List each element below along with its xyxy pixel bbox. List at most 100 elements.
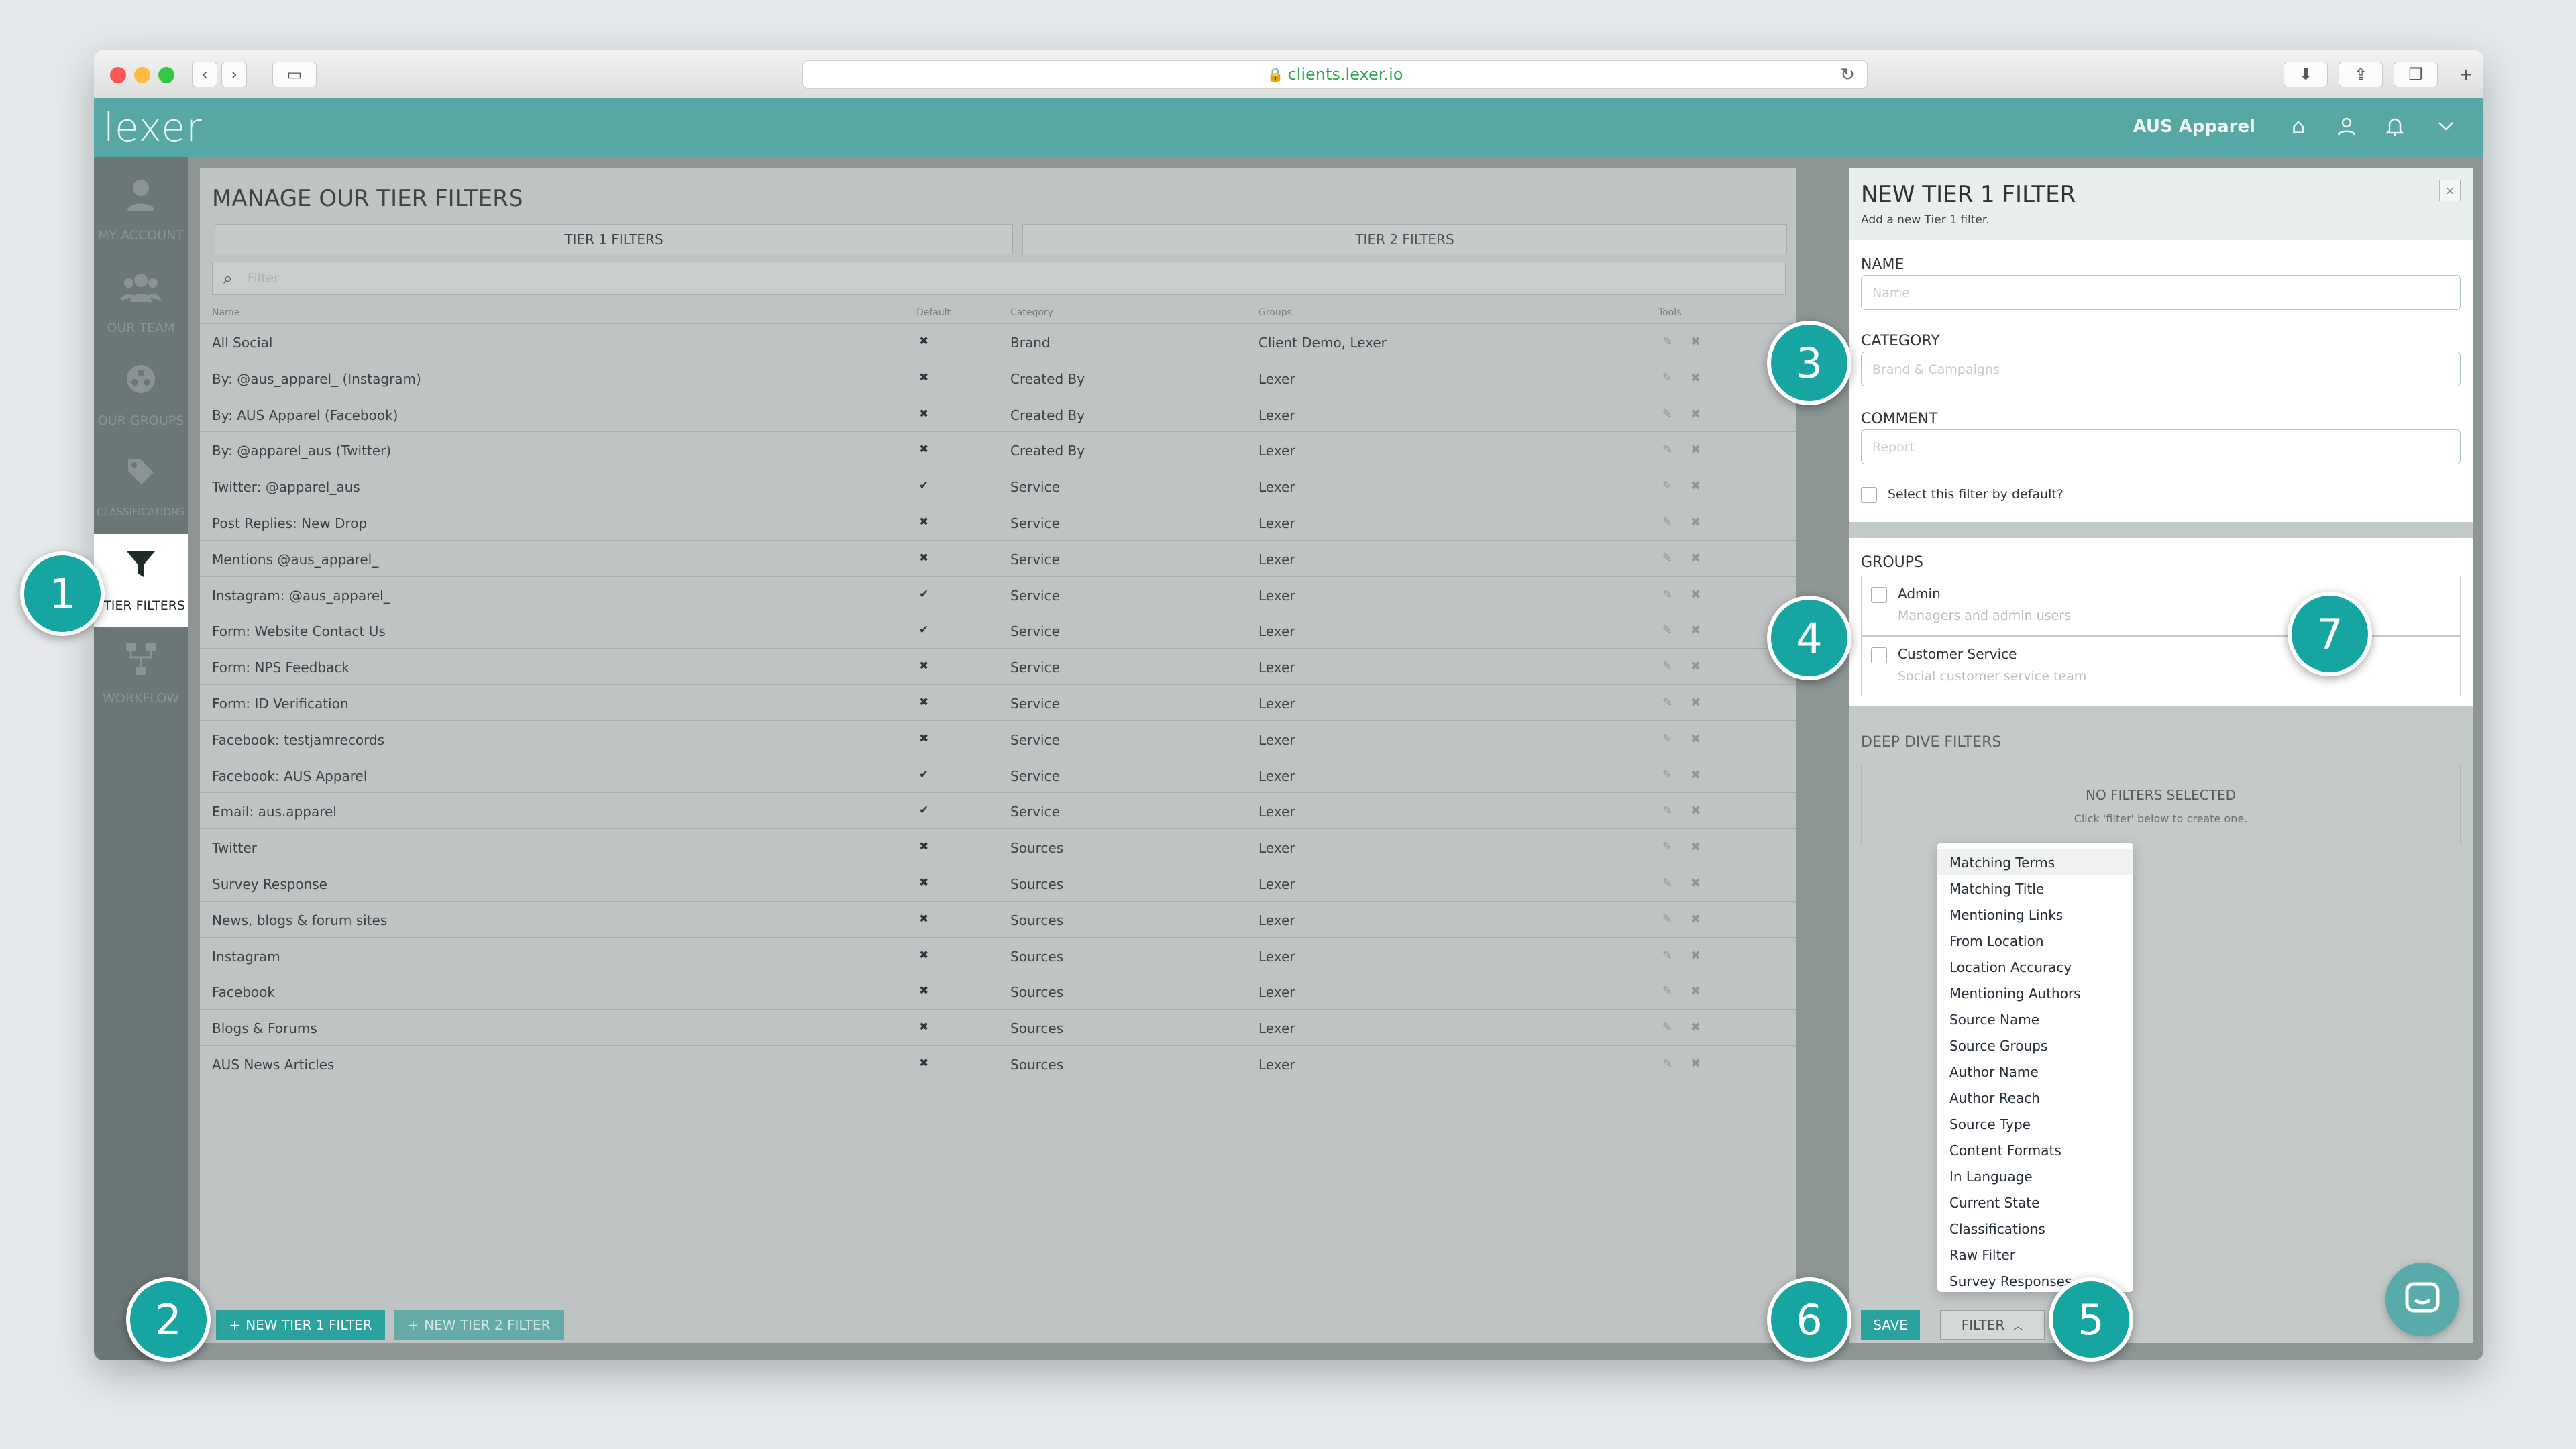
table-row[interactable]: Form: Website Contact Us ✔ Service Lexer ✎ ✖ — [200, 612, 1796, 648]
sidebar-item-our-team[interactable]: OUR TEAM — [94, 256, 188, 349]
new-tier-2-filter-button[interactable]: + NEW TIER 2 FILTER — [394, 1310, 564, 1340]
table-row[interactable]: Twitter: @apparel_aus ✔ Service Lexer ✎ ✖ — [200, 468, 1796, 504]
menu-item[interactable]: Mentioning Links — [1949, 907, 2063, 923]
edit-icon[interactable]: ✎ — [1662, 804, 1672, 818]
edit-icon[interactable]: ✎ — [1662, 623, 1672, 637]
back-button[interactable]: ‹ — [192, 62, 217, 87]
new-tab-button[interactable]: + — [2453, 62, 2479, 87]
tabs-button[interactable]: ❐ — [2394, 62, 2438, 87]
menu-item[interactable]: Current State — [1949, 1195, 2039, 1211]
menu-item[interactable]: Raw Filter — [1949, 1247, 2015, 1263]
table-row[interactable]: Facebook: testjamrecords ✖ Service Lexer ✎ ✖ — [200, 720, 1796, 757]
group-checkbox[interactable] — [1871, 587, 1887, 603]
sidebar-item-tier-filters[interactable]: TIER FILTERS — [94, 534, 188, 627]
menu-item[interactable]: Matching Terms — [1949, 855, 2055, 871]
delete-icon[interactable]: ✖ — [1690, 768, 1701, 782]
sidebar-toggle-button[interactable]: ▭ — [272, 62, 317, 87]
edit-icon[interactable]: ✎ — [1662, 732, 1672, 746]
close-panel-button[interactable]: × — [2439, 180, 2461, 201]
downloads-button[interactable]: ⬇ — [2284, 62, 2328, 87]
menu-item[interactable]: Author Reach — [1949, 1090, 2040, 1106]
edit-icon[interactable]: ✎ — [1662, 949, 1672, 963]
menu-item[interactable]: Source Groups — [1949, 1038, 2047, 1054]
table-row[interactable]: Email: aus.apparel ✔ Service Lexer ✎ ✖ — [200, 792, 1796, 828]
delete-icon[interactable]: ✖ — [1690, 335, 1701, 349]
category-input[interactable]: Brand & Campaigns — [1861, 352, 2461, 386]
sidebar-item-my-account[interactable]: MY ACCOUNT — [94, 164, 188, 256]
edit-icon[interactable]: ✎ — [1662, 371, 1672, 385]
delete-icon[interactable]: ✖ — [1690, 1020, 1701, 1034]
edit-icon[interactable]: ✎ — [1662, 551, 1672, 566]
menu-item[interactable]: Author Name — [1949, 1064, 2039, 1080]
tab-tier-2-filters[interactable]: TIER 2 FILTERS — [1022, 224, 1787, 254]
delete-icon[interactable]: ✖ — [1690, 443, 1701, 457]
menu-item[interactable]: Classifications — [1949, 1221, 2045, 1237]
save-button[interactable]: SAVE — [1861, 1310, 1920, 1340]
delete-icon[interactable]: ✖ — [1690, 515, 1701, 529]
close-window-button[interactable] — [110, 67, 126, 83]
edit-icon[interactable]: ✎ — [1662, 1057, 1672, 1071]
delete-icon[interactable]: ✖ — [1690, 696, 1701, 710]
table-row[interactable]: News, blogs & forum sites ✖ Sources Lexer ✎ ✖ — [200, 900, 1796, 937]
edit-icon[interactable]: ✎ — [1662, 912, 1672, 926]
table-row[interactable]: Form: ID Verification ✖ Service Lexer ✎ ✖ — [200, 684, 1796, 720]
edit-icon[interactable]: ✎ — [1662, 696, 1672, 710]
table-row[interactable]: Instagram ✖ Sources Lexer ✎ ✖ — [200, 936, 1796, 973]
menu-item[interactable]: Source Name — [1949, 1012, 2039, 1028]
table-row[interactable]: Instagram: @aus_apparel_ ✔ Service Lexer ✎ ✖ — [200, 576, 1796, 612]
sidebar-item-workflow[interactable]: WORKFLOW — [94, 627, 188, 719]
zoom-window-button[interactable] — [158, 67, 174, 83]
reload-icon[interactable]: ↻ — [1840, 65, 1855, 85]
menu-item[interactable]: Location Accuracy — [1949, 959, 2072, 975]
edit-icon[interactable]: ✎ — [1662, 407, 1672, 421]
profile-icon[interactable] — [2333, 113, 2360, 140]
chevron-down-icon[interactable] — [2432, 113, 2459, 140]
edit-icon[interactable]: ✎ — [1662, 1020, 1672, 1034]
delete-icon[interactable]: ✖ — [1690, 588, 1701, 602]
new-tier-1-filter-button[interactable]: + NEW TIER 1 FILTER — [216, 1310, 385, 1340]
menu-item[interactable]: Survey Responses — [1949, 1273, 2072, 1289]
table-row[interactable]: By: @aus_apparel_ (Instagram) ✖ Created By… — [200, 359, 1796, 396]
table-row[interactable]: Form: NPS Feedback ✖ Service Lexer ✎ ✖ — [200, 648, 1796, 684]
edit-icon[interactable]: ✎ — [1662, 479, 1672, 493]
edit-icon[interactable]: ✎ — [1662, 335, 1672, 349]
sidebar-item-our-groups[interactable]: OUR GROUPS — [94, 349, 188, 441]
table-row[interactable]: All Social ✖ Brand Client Demo, Lexer ✎ ✖ — [200, 323, 1796, 360]
delete-icon[interactable]: ✖ — [1690, 407, 1701, 421]
minimize-window-button[interactable] — [134, 67, 150, 83]
filter-dropdown-button[interactable]: FILTER ︿ — [1940, 1310, 2045, 1340]
menu-item[interactable]: Mentioning Authors — [1949, 985, 2081, 1002]
account-name[interactable]: AUS Apparel — [2133, 117, 2255, 137]
group-option-customer-service[interactable]: Customer Service Social customer service… — [1861, 636, 2461, 696]
table-row[interactable]: Twitter ✖ Sources Lexer ✎ ✖ — [200, 828, 1796, 865]
address-bar[interactable]: 🔒 clients.lexer.io ↻ — [802, 60, 1868, 89]
delete-icon[interactable]: ✖ — [1690, 623, 1701, 637]
delete-icon[interactable]: ✖ — [1690, 659, 1701, 674]
filter-search-input[interactable]: ⌕ Filter — [212, 262, 1786, 295]
edit-icon[interactable]: ✎ — [1662, 768, 1672, 782]
edit-icon[interactable]: ✎ — [1662, 515, 1672, 529]
bell-icon[interactable] — [2381, 113, 2408, 140]
table-row[interactable]: By: AUS Apparel (Facebook) ✖ Created By Lex… — [200, 395, 1796, 432]
table-row[interactable]: AUS News Articles ✖ Sources Lexer ✎ ✖ — [200, 1045, 1796, 1081]
chat-launcher-button[interactable] — [2385, 1263, 2459, 1336]
delete-icon[interactable]: ✖ — [1690, 371, 1701, 385]
menu-item[interactable]: Matching Title — [1949, 881, 2044, 897]
delete-icon[interactable]: ✖ — [1690, 984, 1701, 998]
edit-icon[interactable]: ✎ — [1662, 876, 1672, 890]
delete-icon[interactable]: ✖ — [1690, 479, 1701, 493]
table-row[interactable]: Facebook: AUS Apparel ✔ Service Lexer ✎ ✖ — [200, 756, 1796, 793]
delete-icon[interactable]: ✖ — [1690, 732, 1701, 746]
edit-icon[interactable]: ✎ — [1662, 659, 1672, 674]
menu-item[interactable]: Content Formats — [1949, 1142, 2061, 1159]
comment-input[interactable]: Report — [1861, 429, 2461, 464]
home-icon[interactable]: ⌂ — [2285, 113, 2312, 140]
delete-icon[interactable]: ✖ — [1690, 551, 1701, 566]
table-row[interactable]: Mentions @aus_apparel_ ✖ Service Lexer ✎ ✖ — [200, 539, 1796, 576]
delete-icon[interactable]: ✖ — [1690, 840, 1701, 854]
sidebar-item-classifications[interactable]: CLASSIFICATIONS — [94, 441, 188, 534]
forward-button[interactable]: › — [221, 62, 247, 87]
delete-icon[interactable]: ✖ — [1690, 876, 1701, 890]
table-row[interactable]: Survey Response ✖ Sources Lexer ✎ ✖ — [200, 865, 1796, 901]
group-checkbox[interactable] — [1871, 647, 1887, 663]
